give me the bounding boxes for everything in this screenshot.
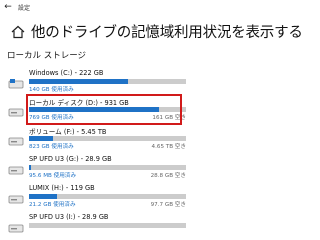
hard-drive-icon	[8, 219, 24, 233]
free-space: 4.65 TB 空き	[151, 144, 186, 150]
used-space: 140 GB 使用済み	[29, 87, 74, 93]
drive-item[interactable]: ボリューム (F:) - 5.45 TB 823 GB 使用済み 4.65 TB…	[8, 126, 293, 150]
drive-name: SP UFD U3 (G:) - 28.9 GB	[29, 155, 112, 163]
usage-bar-fill	[29, 194, 58, 199]
free-space: 28.8 GB 空き	[150, 173, 186, 179]
drive-item[interactable]: Windows (C:) - 222 GB 140 GB 使用済み	[8, 69, 293, 93]
used-space: 21.2 GB 使用済み	[29, 202, 76, 208]
window-title: 設定	[18, 5, 31, 12]
home-icon	[11, 24, 25, 39]
usage-bar-fill	[29, 165, 31, 170]
page-title: 他のドライブの記憶域利用状況を表示する	[31, 25, 303, 41]
hard-drive-icon	[8, 161, 24, 175]
usage-bar	[29, 79, 186, 84]
usage-bar	[29, 223, 186, 228]
drive-name: ボリューム (F:) - 5.45 TB	[29, 128, 107, 136]
section-title: ローカル ストレージ	[7, 51, 87, 61]
usage-bar	[29, 165, 186, 170]
usage-bar-fill	[29, 136, 53, 141]
drive-item[interactable]: SP UFD U3 (G:) - 28.9 GB 95.6 MB 使用済み 28…	[8, 155, 293, 179]
hard-drive-icon	[8, 132, 24, 146]
usage-bar-fill	[29, 79, 128, 84]
drive-item[interactable]: SP UFD U3 (I:) - 28.9 GB	[8, 213, 293, 237]
hard-drive-icon	[8, 190, 24, 204]
hard-drive-icon	[8, 103, 24, 117]
usage-bar	[29, 136, 186, 141]
drive-name: LUMIX (H:) - 119 GB	[29, 184, 95, 192]
drive-name: SP UFD U3 (I:) - 28.9 GB	[29, 213, 109, 221]
usage-bar	[29, 194, 186, 199]
drive-item[interactable]: LUMIX (H:) - 119 GB 21.2 GB 使用済み 97.7 GB…	[8, 184, 293, 208]
title-bar: ← 設定	[0, 0, 300, 14]
used-space: 823 GB 使用済み	[29, 144, 74, 150]
highlight-box	[26, 94, 182, 125]
drive-name: Windows (C:) - 222 GB	[29, 69, 104, 77]
windows-drive-icon	[8, 75, 24, 89]
back-arrow-icon[interactable]: ←	[3, 2, 13, 12]
used-space: 95.6 MB 使用済み	[29, 173, 77, 179]
free-space: 97.7 GB 空き	[150, 202, 186, 208]
